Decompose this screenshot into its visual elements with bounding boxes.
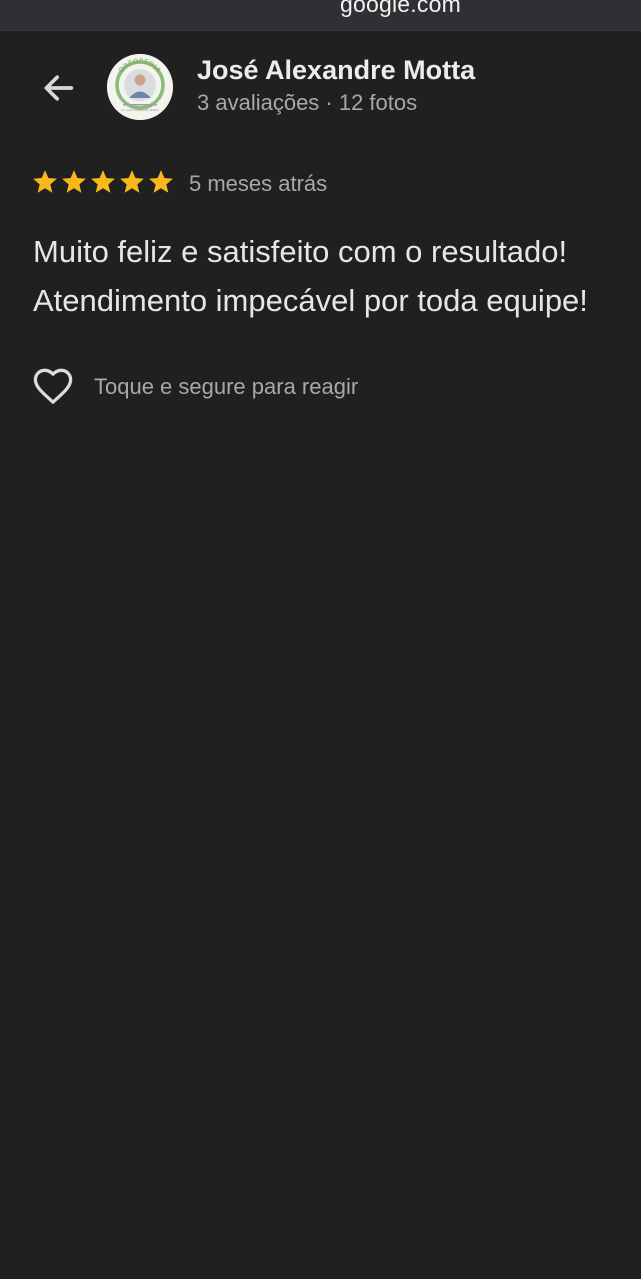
author-avatar[interactable]: ORTOPEDIA Dr. José Alexandre Motta [107,54,173,120]
react-label: Toque e segure para reagir [94,374,359,399]
avatar-caption: Dr. José Alexandre Motta [122,108,159,112]
avatar-logo: ORTOPEDIA Dr. José Alexandre Motta [107,54,173,120]
url-text: google.com [340,0,461,17]
react-button[interactable]: Toque e segure para reagir [31,365,358,409]
browser-url-bar[interactable]: google.com [0,0,641,31]
review-text-line: Atendimento impecável por toda equipe! [33,283,588,318]
author-meta: 3 avaliações · 12 fotos [197,90,418,115]
arrow-left-icon [44,75,74,101]
star-rating [31,168,175,196]
star-icon [91,170,115,193]
heart-outline-icon [33,368,73,404]
star-icon [120,170,144,193]
star-icon [62,170,86,193]
author-name[interactable]: José Alexandre Motta [197,55,475,86]
back-button[interactable] [36,66,80,110]
review-text: Muito feliz e satisfeito com o resultado… [33,227,638,325]
star-icon [149,170,173,193]
review-text-line: Muito feliz e satisfeito com o resultado… [33,234,568,269]
star-icon [33,170,57,193]
review-date: 5 meses atrás [189,171,328,196]
